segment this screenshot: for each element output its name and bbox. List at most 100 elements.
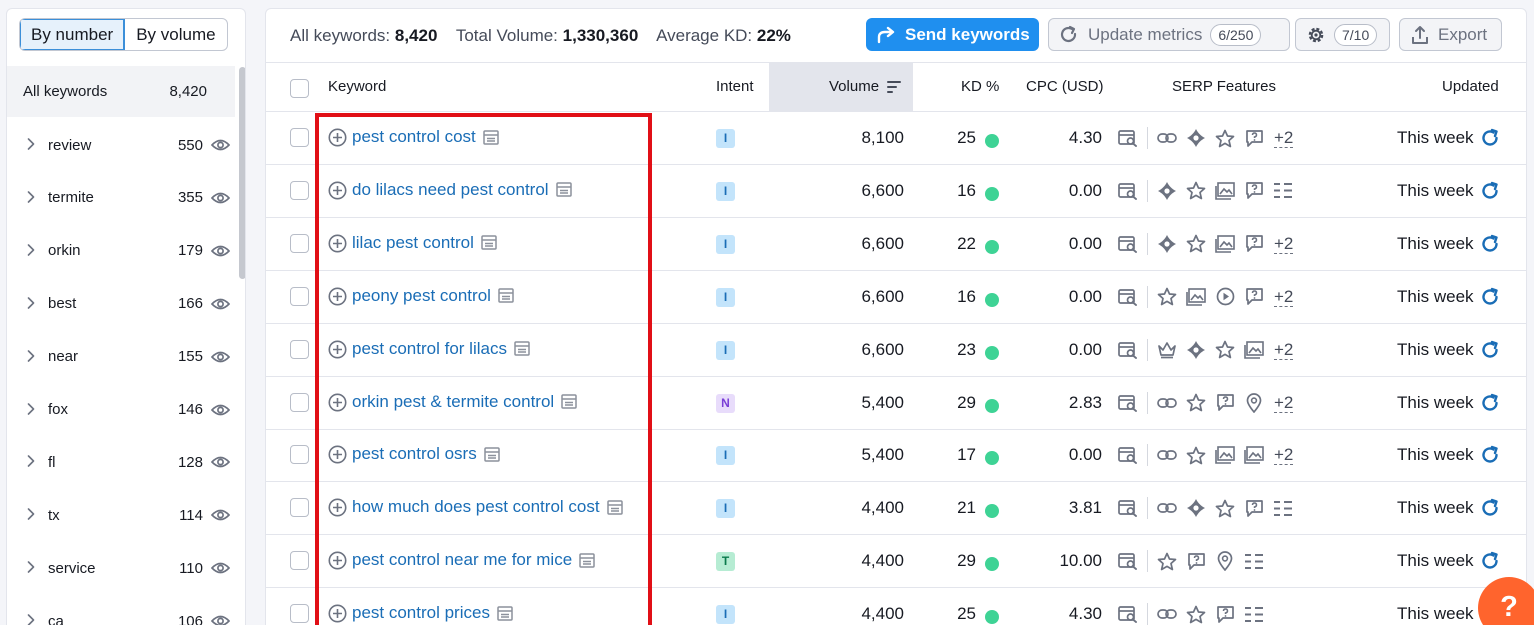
keyword-group-item[interactable]: review 550: [7, 119, 235, 171]
serp-more-link[interactable]: +2: [1274, 393, 1294, 413]
serp-snapshot-icon[interactable]: [1118, 604, 1138, 624]
volume-column-header[interactable]: Volume: [829, 78, 879, 95]
keyword-link[interactable]: pest control cost: [352, 127, 499, 147]
eye-icon[interactable]: [211, 455, 231, 469]
serp-page-icon[interactable]: [498, 288, 514, 303]
sidebar-scrollbar[interactable]: [239, 67, 245, 279]
keyword-group-item[interactable]: tx 114: [7, 489, 235, 541]
keyword-group-item[interactable]: near 155: [7, 331, 235, 383]
send-keywords-button[interactable]: Send keywords: [866, 18, 1039, 51]
chevron-right-icon[interactable]: [27, 137, 39, 153]
serp-page-icon[interactable]: [483, 447, 500, 462]
eye-icon[interactable]: [211, 508, 231, 522]
keyword-link[interactable]: pest control prices: [352, 603, 513, 623]
plus-circle-icon[interactable]: [328, 445, 347, 469]
sort-descending-icon[interactable]: [887, 80, 901, 94]
keyword-link[interactable]: do lilacs need pest control: [352, 180, 572, 200]
refresh-icon[interactable]: [1480, 498, 1500, 518]
export-button[interactable]: Export: [1399, 18, 1502, 51]
keyword-link[interactable]: pest control osrs: [352, 444, 500, 464]
row-checkbox[interactable]: [290, 233, 309, 253]
eye-icon[interactable]: [211, 561, 231, 575]
serp-more-link[interactable]: +2: [1274, 287, 1294, 307]
keyword-group-item[interactable]: fox 146: [7, 384, 235, 436]
serp-page-icon[interactable]: [555, 182, 572, 198]
serp-snapshot-icon[interactable]: [1118, 181, 1138, 201]
serp-features-column-header[interactable]: SERP Features: [1172, 78, 1276, 95]
plus-circle-icon[interactable]: [328, 287, 347, 311]
keyword-group-item[interactable]: service 110: [7, 542, 235, 594]
refresh-icon[interactable]: [1480, 181, 1500, 201]
plus-circle-icon[interactable]: [328, 393, 347, 417]
settings-button[interactable]: 7/10: [1295, 18, 1390, 51]
keyword-group-item[interactable]: orkin 179: [7, 225, 235, 277]
row-checkbox[interactable]: [290, 604, 309, 624]
serp-more-link[interactable]: +2: [1274, 445, 1294, 466]
chevron-right-icon[interactable]: [27, 296, 39, 312]
keyword-link[interactable]: pest control for lilacs: [352, 339, 530, 359]
serp-page-icon[interactable]: [481, 235, 497, 251]
serp-more-link[interactable]: +2: [1274, 340, 1294, 360]
serp-page-icon[interactable]: [497, 605, 513, 621]
plus-circle-icon[interactable]: [328, 234, 347, 258]
intent-column-header[interactable]: Intent: [716, 78, 754, 95]
refresh-icon[interactable]: [1480, 128, 1500, 148]
keyword-link[interactable]: orkin pest & termite control: [352, 392, 577, 412]
serp-more-link[interactable]: +2: [1274, 234, 1294, 254]
eye-icon[interactable]: [211, 138, 231, 152]
keyword-link[interactable]: lilac pest control: [352, 233, 497, 253]
row-checkbox[interactable]: [290, 551, 309, 571]
serp-page-icon[interactable]: [561, 394, 577, 409]
serp-snapshot-icon[interactable]: [1118, 287, 1138, 307]
refresh-icon[interactable]: [1480, 234, 1500, 254]
keyword-group-item[interactable]: termite 355: [7, 172, 235, 224]
serp-snapshot-icon[interactable]: [1118, 445, 1138, 465]
eye-icon[interactable]: [211, 244, 231, 258]
eye-icon[interactable]: [211, 614, 231, 625]
chevron-right-icon[interactable]: [27, 402, 39, 418]
row-checkbox[interactable]: [290, 392, 309, 412]
refresh-icon[interactable]: [1480, 393, 1500, 413]
chevron-right-icon[interactable]: [27, 507, 39, 523]
eye-icon[interactable]: [211, 350, 231, 364]
eye-icon[interactable]: [211, 297, 231, 311]
plus-circle-icon[interactable]: [328, 498, 347, 522]
kd-column-header[interactable]: KD %: [961, 78, 999, 95]
row-checkbox[interactable]: [290, 286, 309, 306]
chevron-right-icon[interactable]: [27, 613, 39, 625]
serp-page-icon[interactable]: [514, 341, 530, 356]
keyword-column-header[interactable]: Keyword: [328, 78, 386, 95]
keyword-group-item[interactable]: ca 106: [7, 595, 235, 625]
serp-more-link[interactable]: +2: [1274, 128, 1294, 148]
keyword-link[interactable]: how much does pest control cost: [352, 497, 623, 517]
tab-by-number[interactable]: By number: [20, 19, 126, 50]
chevron-right-icon[interactable]: [27, 560, 39, 576]
chevron-right-icon[interactable]: [27, 454, 39, 470]
keyword-link[interactable]: peony pest control: [352, 286, 514, 306]
refresh-icon[interactable]: [1480, 287, 1500, 307]
eye-icon[interactable]: [211, 191, 231, 205]
update-metrics-button[interactable]: Update metrics 6/250: [1048, 18, 1290, 51]
row-checkbox[interactable]: [290, 128, 309, 147]
serp-snapshot-icon[interactable]: [1118, 340, 1138, 360]
serp-snapshot-icon[interactable]: [1118, 393, 1138, 413]
keyword-link[interactable]: pest control near me for mice: [352, 550, 595, 570]
serp-snapshot-icon[interactable]: [1118, 128, 1138, 148]
eye-icon[interactable]: [211, 403, 231, 417]
serp-page-icon[interactable]: [579, 552, 595, 568]
keyword-group-item[interactable]: fl 128: [7, 436, 235, 488]
chevron-right-icon[interactable]: [27, 243, 39, 259]
chevron-right-icon[interactable]: [27, 349, 39, 365]
refresh-icon[interactable]: [1480, 340, 1500, 360]
keyword-group-item[interactable]: best 166: [7, 278, 235, 330]
row-checkbox[interactable]: [290, 180, 309, 200]
plus-circle-icon[interactable]: [328, 604, 347, 625]
plus-circle-icon[interactable]: [328, 181, 347, 205]
serp-page-icon[interactable]: [606, 500, 623, 515]
select-all-checkbox[interactable]: [290, 79, 309, 98]
updated-column-header[interactable]: Updated: [1442, 78, 1499, 95]
chevron-right-icon[interactable]: [27, 190, 39, 206]
refresh-icon[interactable]: [1480, 445, 1500, 465]
refresh-icon[interactable]: [1480, 551, 1500, 571]
serp-snapshot-icon[interactable]: [1118, 234, 1138, 254]
